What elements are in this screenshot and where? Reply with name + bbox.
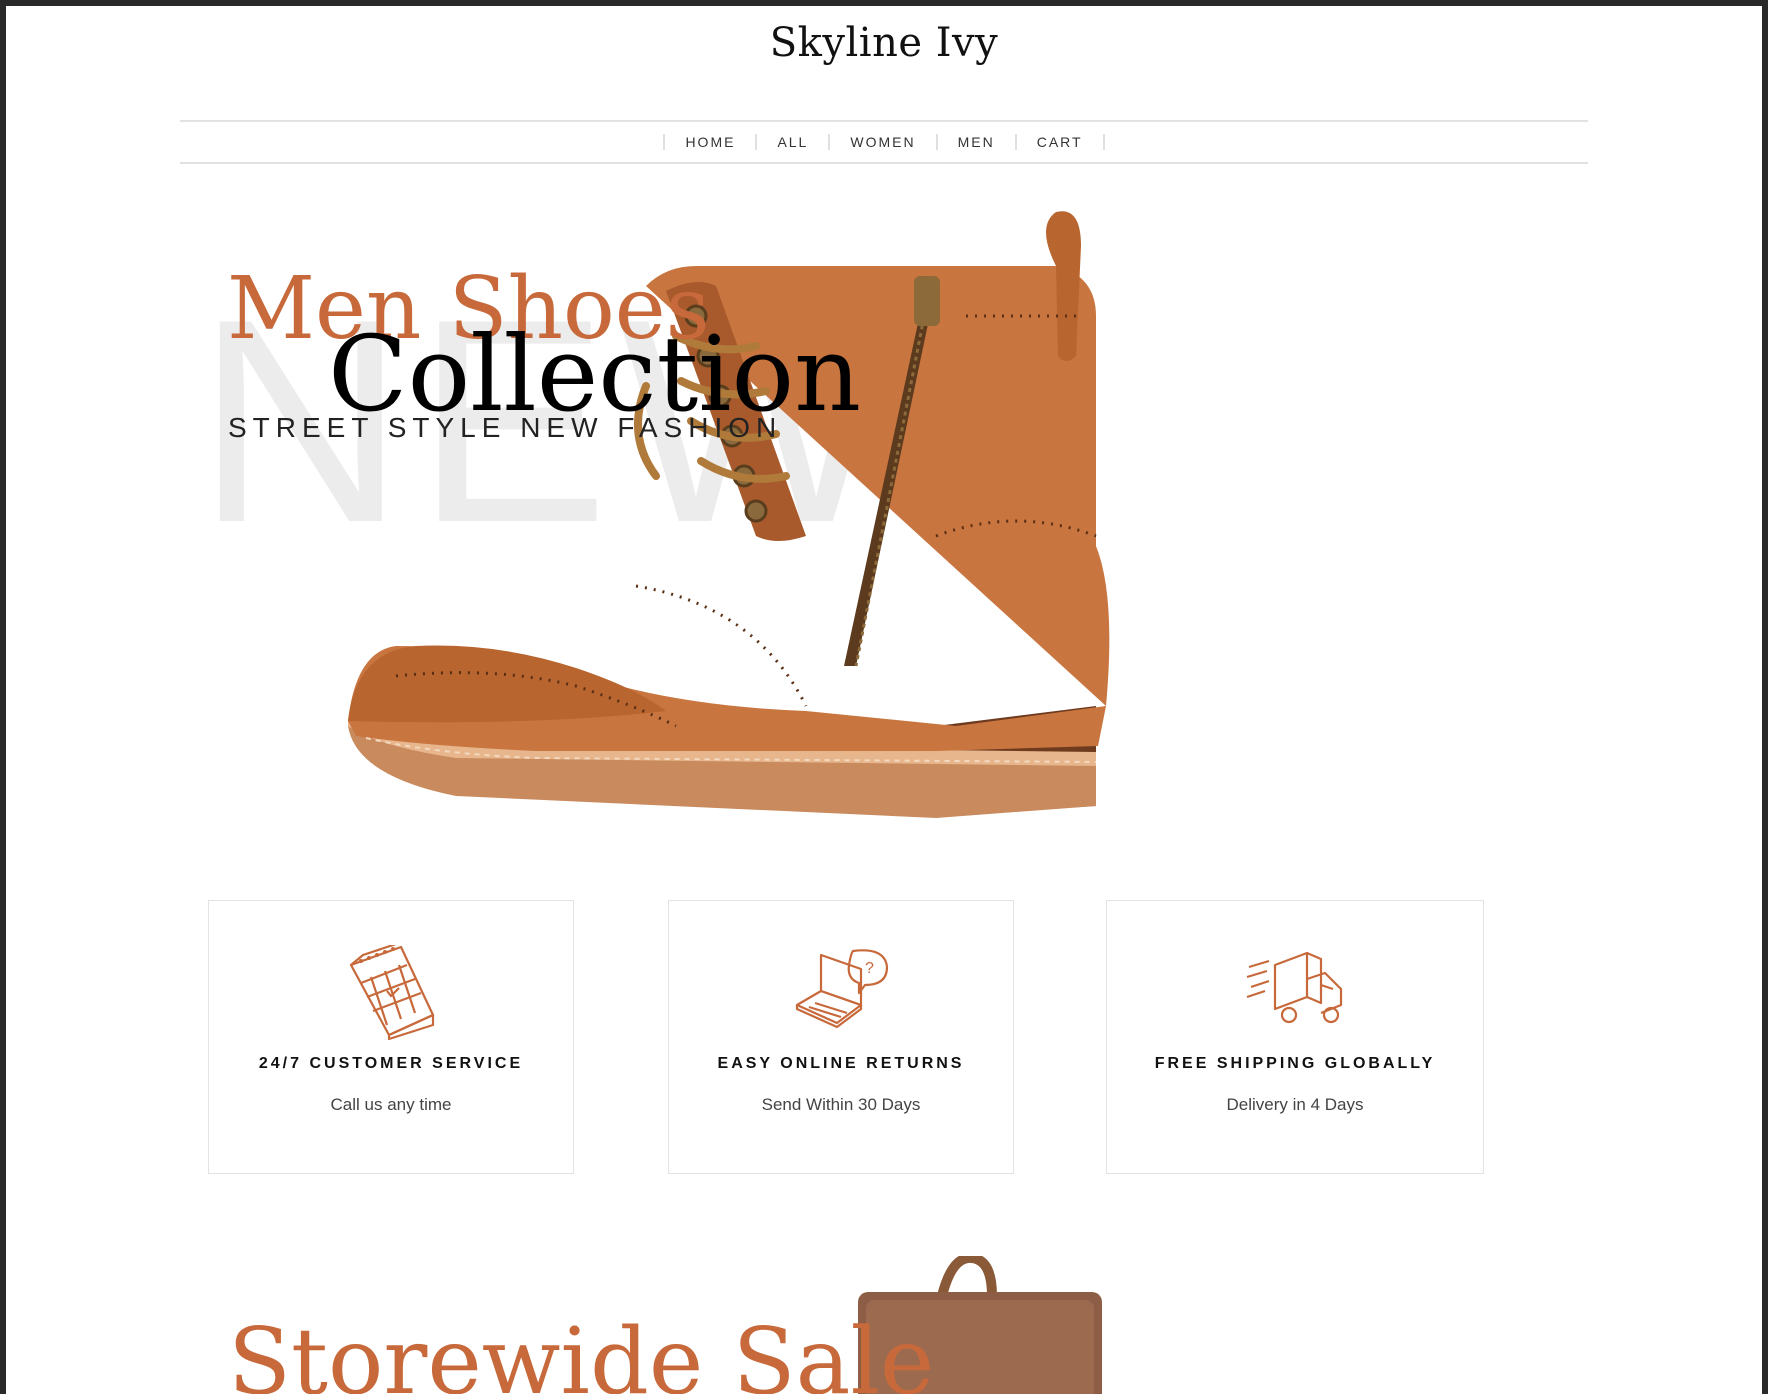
hero-collection-heading: Collection [328, 313, 862, 435]
feature-subtitle: Delivery in 4 Days [1226, 1095, 1364, 1114]
nav-all[interactable]: ALL [757, 134, 828, 150]
nav-men[interactable]: MEN [938, 134, 1015, 150]
feature-title: 24/7 CUSTOMER SERVICE [258, 1055, 524, 1072]
svg-text:?: ? [865, 960, 874, 977]
feature-customer-service: 24/7 CUSTOMER SERVICE Call us any time [208, 900, 574, 1174]
delivery-truck-icon [1246, 951, 1343, 1024]
feature-subtitle: Call us any time [330, 1095, 452, 1114]
sale-title: Storewide Sale [228, 1308, 935, 1394]
nav-home[interactable]: HOME [665, 134, 755, 150]
feature-subtitle: Send Within 30 Days [761, 1095, 921, 1114]
nav-divider [1102, 134, 1105, 150]
nav-cart[interactable]: CART [1017, 134, 1103, 150]
sale-banner[interactable]: Storewide Sale [6, 1236, 1762, 1394]
feature-online-returns: ? EASY ONLINE RETURNS Send Within 30 Day… [668, 900, 1014, 1174]
laptop-chat-icon: ? [795, 949, 889, 1029]
feature-title: FREE SHIPPING GLOBALLY [1154, 1055, 1436, 1072]
nav-women[interactable]: WOMEN [830, 134, 935, 150]
page: Skyline Ivy HOME ALL WOMEN MEN CART NEW [6, 6, 1762, 1394]
feature-title: EASY ONLINE RETURNS [717, 1055, 965, 1072]
hero-banner[interactable]: NEW Men Shoes STREET STYLE NEW FASHION C… [6, 166, 1762, 846]
feature-free-shipping: FREE SHIPPING GLOBALLY Delivery in 4 Day… [1106, 900, 1484, 1174]
site-logo-text[interactable]: Skyline Ivy [6, 20, 1762, 66]
main-nav: HOME ALL WOMEN MEN CART [180, 120, 1588, 164]
calendar-icon [349, 945, 435, 1041]
